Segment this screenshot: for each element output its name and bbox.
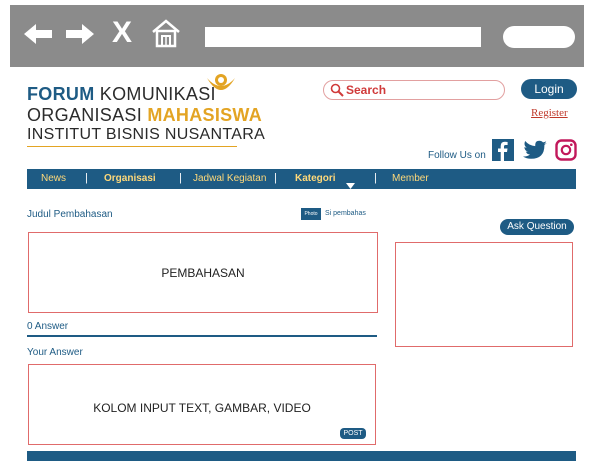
logo-mahasiswa: MAHASISWA (147, 105, 263, 125)
nav-separator: | (179, 172, 182, 184)
author-photo: Photo (301, 208, 321, 220)
logo-line-3: INSTITUT BISNIS NUSANTARA (27, 126, 266, 143)
search-placeholder: Search (346, 83, 387, 97)
post-button[interactable]: POST (340, 428, 366, 439)
nav-item-organisasi[interactable]: Organisasi (104, 173, 156, 184)
topic-title: Judul Pembahasan (27, 209, 113, 220)
logo-line-1: FORUM KOMUNIKASI (27, 84, 216, 105)
chevron-down-icon[interactable] (346, 176, 355, 194)
footer-bar (27, 451, 576, 461)
nav-item-jadwal[interactable]: Jadwal Kegiatan (193, 173, 266, 184)
login-button[interactable]: Login (521, 79, 577, 99)
logo-underline (27, 146, 237, 147)
nav-item-news[interactable]: News (41, 173, 66, 184)
your-answer-label: Your Answer (27, 347, 83, 358)
home-icon (152, 19, 180, 48)
follow-label: Follow Us on (428, 150, 486, 161)
nav-item-kategori[interactable]: Kategori (295, 173, 336, 184)
forward-button[interactable] (64, 22, 94, 51)
arrow-left-icon (24, 24, 52, 44)
logo-line-2: ORGANISASI MAHASISWA (27, 105, 262, 126)
nav-separator: | (85, 172, 88, 184)
home-button[interactable] (150, 17, 182, 54)
answer-divider (27, 335, 377, 337)
discussion-box: PEMBAHASAN (28, 232, 378, 313)
author-name: Si pembahas (325, 210, 366, 217)
address-bar[interactable] (205, 27, 481, 47)
browser-menu-button[interactable] (503, 26, 575, 48)
arrow-right-icon (66, 24, 94, 44)
twitter-icon[interactable] (522, 140, 548, 167)
logo-komunikasi: KOMUNIKASI (94, 84, 216, 104)
discussion-placeholder: PEMBAHASAN (161, 266, 245, 280)
instagram-icon[interactable] (555, 139, 577, 166)
ask-question-button[interactable]: Ask Question (500, 219, 574, 235)
nav-separator: | (274, 172, 277, 184)
facebook-icon[interactable] (492, 139, 514, 166)
logo-organisasi: ORGANISASI (27, 105, 148, 125)
search-input[interactable]: Search (323, 80, 505, 100)
logo-forum: FORUM (27, 84, 95, 104)
back-button[interactable] (24, 22, 54, 51)
nav-separator: | (374, 172, 377, 184)
emblem-icon (204, 72, 238, 105)
close-button[interactable]: X (112, 18, 132, 48)
answer-count: 0 Answer (27, 321, 69, 332)
sidebar-box (395, 242, 573, 347)
answer-input-placeholder: KOLOM INPUT TEXT, GAMBAR, VIDEO (93, 401, 311, 415)
search-icon (330, 83, 344, 102)
answer-input[interactable]: KOLOM INPUT TEXT, GAMBAR, VIDEO (28, 364, 376, 445)
nav-item-member[interactable]: Member (392, 173, 429, 184)
register-link[interactable]: Register (531, 107, 568, 119)
